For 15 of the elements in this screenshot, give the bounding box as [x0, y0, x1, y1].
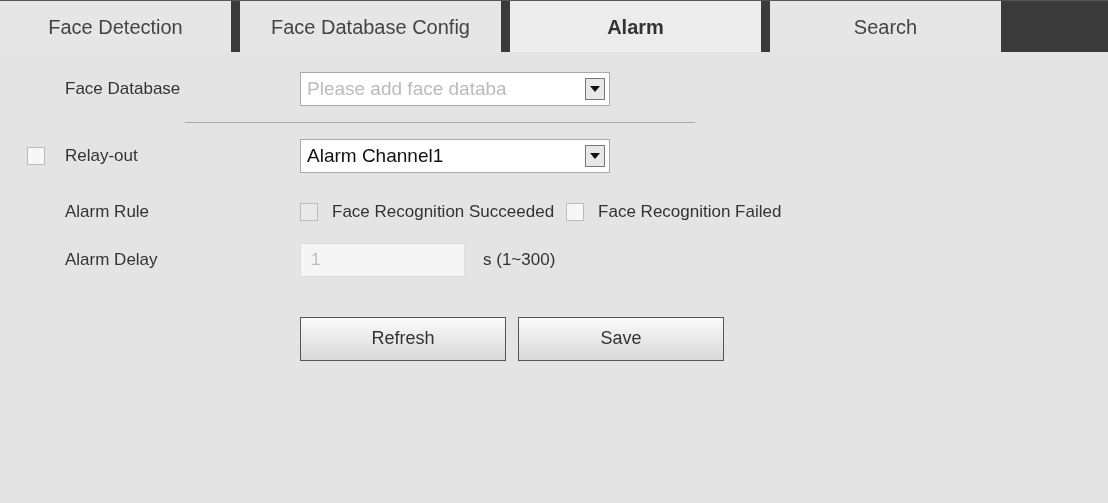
refresh-button[interactable]: Refresh	[300, 316, 506, 361]
option-label: Face Recognition Failed	[598, 201, 782, 223]
caret-icon	[590, 86, 600, 92]
checkbox[interactable]	[566, 202, 585, 221]
tab[interactable]: Alarm	[510, 1, 770, 52]
save-button[interactable]: Save	[518, 316, 724, 361]
field-label: Alarm Delay	[65, 248, 159, 271]
unit-label: s (1~300)	[483, 248, 556, 271]
field-label: Face Database	[65, 78, 182, 101]
caret-icon	[590, 153, 600, 159]
field-label: Alarm Rule	[65, 201, 151, 223]
option-label: Face Recognition Succeeded	[332, 201, 555, 223]
dropdown[interactable]: Alarm Channel1	[300, 139, 610, 173]
field-label: Relay-out	[65, 145, 139, 168]
checkbox[interactable]	[27, 147, 45, 165]
